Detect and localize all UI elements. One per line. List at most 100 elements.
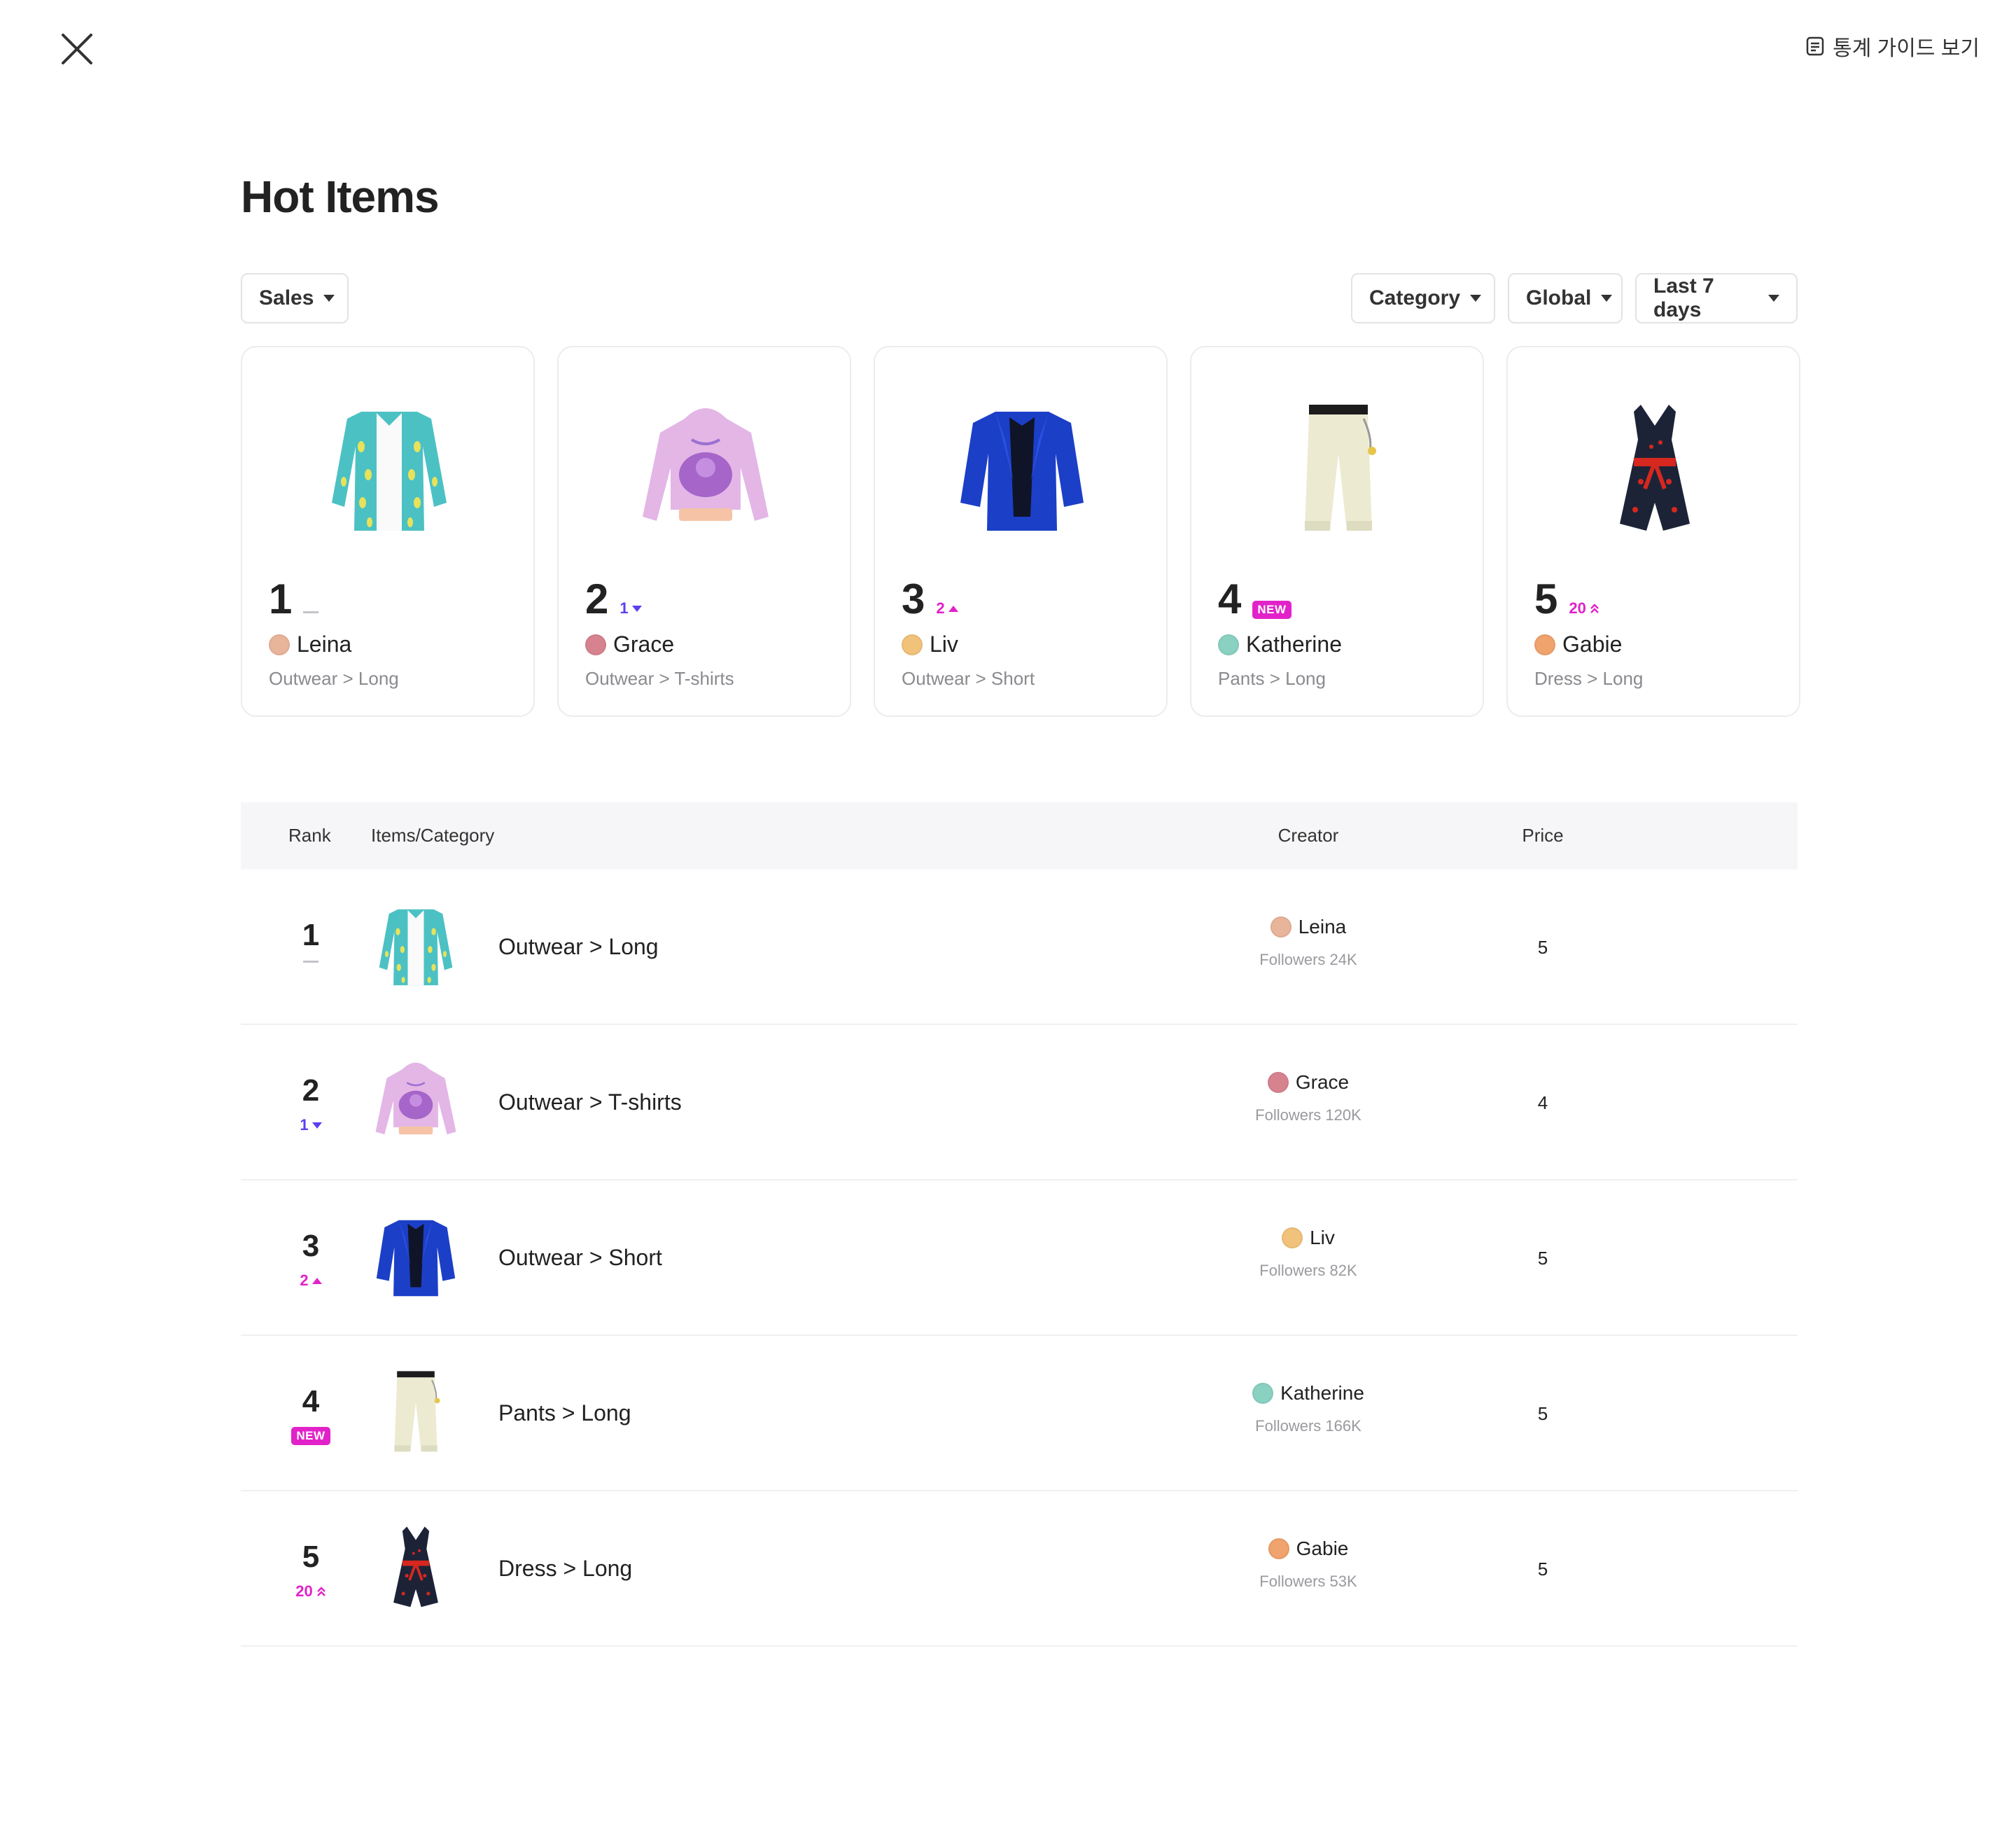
rank-change-up: 2 [300,1271,322,1290]
table-row[interactable]: 3 2 Outwear > Short Liv Followers 82K 5 [241,1180,1798,1336]
caret-down-icon [1768,295,1779,302]
region-dropdown[interactable]: Global [1508,273,1623,323]
item-image [319,398,459,545]
rank-line: 21 [585,578,642,620]
creator-cell: Liv Followers 82K [1151,1227,1466,1280]
creator-column-header: Creator [1278,825,1339,846]
creator[interactable]: Gabie [1534,632,1622,657]
rank-line: 5 20 [1534,578,1600,620]
close-icon[interactable] [59,31,95,67]
item-image [1268,398,1408,545]
rank-cell: 32 [241,1231,381,1290]
period-dropdown[interactable]: Last 7 days [1635,273,1798,323]
rank-cell: 5 20 [241,1542,381,1601]
top-item-card[interactable]: 1 Leina Outwear > Long [241,346,535,717]
creator-name: Liv [1310,1227,1335,1248]
item-image [952,398,1092,545]
rank-cell: 4 NEW [241,1386,381,1445]
rank-change-down: 1 [300,1116,322,1134]
item-thumbnail [371,1522,461,1616]
rank-cell: 1 [241,920,381,963]
avatar [1268,1538,1289,1559]
caret-down-icon [1601,295,1613,302]
followers-count: Followers 120K [1255,1106,1362,1124]
rank-number: 3 [902,576,925,622]
creator[interactable]: Leina [1270,916,1347,938]
stats-guide-label: 통계 가이드 보기 [1833,37,1980,60]
rank-number: 2 [585,576,609,622]
avatar [1270,916,1292,938]
followers-count: Followers 166K [1255,1417,1362,1435]
top-item-card[interactable]: 3 2 Liv Outwear > Short [874,346,1168,717]
stats-guide-link[interactable]: 통계 가이드 보기 [1805,32,1980,60]
creator[interactable]: Katherine [1252,1382,1364,1405]
item-category: Outwear > Long [269,668,399,689]
avatar [585,634,606,655]
rank-number: 4 [302,1384,320,1419]
document-icon [1806,36,1824,56]
triangle-down-icon [312,1122,322,1129]
table-row[interactable]: 1 Outwear > Long Leina Followers 24K 5 [241,870,1798,1025]
top-item-card[interactable]: 4 NEW Katherine Pants > Long [1190,346,1484,717]
creator-name: Leina [1298,916,1347,938]
creator[interactable]: Gabie [1268,1538,1349,1560]
rank-unchanged-indicator [303,611,319,613]
table-row[interactable]: 2 1 Outwear > T-shirts Grace Followers 120K 4 [241,1025,1798,1180]
creator-name: Gabie [1296,1538,1349,1559]
item-category: Pants > Long [1218,668,1326,689]
creator-cell: Grace Followers 120K [1151,1071,1466,1124]
creator[interactable]: Liv [902,632,958,657]
avatar [1252,1383,1274,1404]
item-category: Outwear > Short [498,1245,662,1270]
creator[interactable]: Leina [269,632,351,657]
rank-number: 2 [302,1073,320,1108]
rank-number: 1 [269,576,293,622]
creator-name: Leina [297,632,352,657]
item-category: Dress > Long [1534,668,1644,689]
creator[interactable]: Grace [1267,1071,1350,1094]
items-column-header: Items/Category [371,825,495,846]
creator-name: Grace [1295,1071,1350,1093]
rank-column-header: Rank [288,825,331,846]
rank-number: 5 [1534,576,1558,622]
item-category: Outwear > T-shirts [585,668,734,689]
category-dropdown[interactable]: Category [1351,273,1495,323]
top-item-card[interactable]: 2 1 Grace Outwear > T-shirts [557,346,851,717]
price: 5 [1537,1403,1548,1424]
rank-line: 1 [269,576,319,622]
sort-dropdown[interactable]: Sales [241,273,349,323]
avatar [1282,1227,1303,1248]
top-item-card[interactable]: 5 20 Gabie Dress > Long [1506,346,1800,717]
rank-change-down: 1 [620,599,642,618]
creator[interactable]: Grace [585,632,674,657]
creator[interactable]: Katherine [1218,632,1342,657]
creator-name: Gabie [1562,632,1623,657]
rank-change: 2 [241,1271,381,1290]
creator-cell: Leina Followers 24K [1151,916,1466,969]
table-row[interactable]: 4 NEW Pants > Long Katherine Followers 166K 5 [241,1336,1798,1491]
item-image [636,398,776,545]
item-category: Outwear > T-shirts [498,1089,682,1115]
rank-cell: 21 [241,1075,381,1134]
triangle-up-icon [948,605,958,612]
creator-cell: Katherine Followers 166K [1151,1382,1466,1435]
price: 5 [1537,1559,1548,1580]
price: 5 [1537,937,1548,958]
creator[interactable]: Liv [1282,1227,1335,1249]
category-dropdown-label: Category [1369,286,1461,309]
avatar [269,634,290,655]
dash-icon [303,961,318,963]
price-column-header: Price [1522,825,1564,846]
rank-number: 5 [302,1540,320,1574]
creator-name: Katherine [1246,632,1342,657]
item-category: Pants > Long [498,1400,631,1426]
followers-count: Followers 82K [1259,1262,1357,1279]
avatar [1534,634,1555,655]
rank-line: 4 NEW [1218,578,1292,620]
followers-count: Followers 24K [1259,951,1357,968]
creator-cell: Gabie Followers 53K [1151,1538,1466,1591]
table-row[interactable]: 5 20 Dress > Long Gabie Followers 53K 5 [241,1491,1798,1647]
rank-number: 3 [302,1229,320,1263]
avatar [1218,634,1239,655]
rank-change: 1 [241,1116,381,1134]
